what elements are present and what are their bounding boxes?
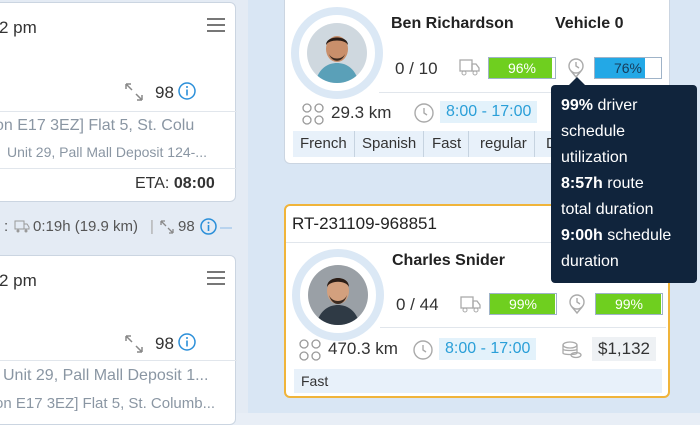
stop-time: 2 pm xyxy=(0,18,37,37)
vehicle-name: Vehicle 0 xyxy=(555,15,624,32)
expand-icon[interactable] xyxy=(125,83,143,106)
schedule-bar[interactable]: 76% xyxy=(594,57,662,79)
tooltip-text: driver xyxy=(593,97,638,114)
stop-time: 2 pm xyxy=(0,271,37,290)
truck-icon xyxy=(459,58,481,81)
schedule-label: 99% xyxy=(614,296,644,312)
route-cost: $1,132 xyxy=(592,337,656,361)
info-icon[interactable] xyxy=(178,82,196,105)
route-id: RT-231109-968851 xyxy=(292,214,437,233)
tooltip-text: schedule xyxy=(561,123,626,140)
route-distance: 470.3 km xyxy=(328,339,398,358)
tag: regular xyxy=(473,131,535,157)
route-distance: 29.3 km xyxy=(331,103,392,122)
stop-address-secondary: on E17 3EZ] Flat 5, St. Columb... xyxy=(0,395,216,412)
tag: French xyxy=(293,131,355,157)
tooltip-schedule-duration-value: 9:00h xyxy=(561,227,603,244)
info-icon[interactable] xyxy=(200,218,217,239)
stops-count: 0 / 10 xyxy=(395,59,438,78)
clock-icon xyxy=(412,339,434,366)
tooltip-text: utilization xyxy=(561,149,628,166)
tag: Fast xyxy=(294,369,336,393)
info-icon[interactable] xyxy=(178,333,196,356)
capacity-label: 99% xyxy=(508,296,538,312)
leg-count: 98 xyxy=(178,218,195,235)
stop-address: Unit 29, Pall Mall Deposit 1... xyxy=(3,367,209,384)
truck-icon xyxy=(14,219,30,237)
stop-address-secondary: Unit 29, Pall Mall Deposit 124-... xyxy=(7,144,207,160)
stop-card[interactable]: 2 pm 98 Unit 29, Pall Mall Deposit 1... … xyxy=(0,255,237,425)
working-hours: 8:00 - 17:00 xyxy=(440,101,538,123)
stop-card[interactable]: 2 pm 98 on E17 3EZ] Flat 5, St. Colu Uni… xyxy=(0,2,237,202)
avatar xyxy=(307,23,367,83)
stop-count: 98 xyxy=(155,83,174,102)
driver-name: Charles Snider xyxy=(392,252,505,269)
tooltip-text: total duration xyxy=(561,201,654,218)
tooltip-text: duration xyxy=(561,253,619,270)
leg-duration: 0:19h (19.9 km) xyxy=(33,218,139,235)
tag: Fast xyxy=(425,131,470,157)
route-distance-icon xyxy=(301,103,325,130)
utilization-tooltip: 99% driver schedule utilization 8:57h ro… xyxy=(551,77,697,283)
avatar xyxy=(308,265,368,325)
tags-row: Fast xyxy=(294,369,662,393)
stops-panel: 2 pm 98 on E17 3EZ] Flat 5, St. Colu Uni… xyxy=(0,0,260,425)
schedule-label: 76% xyxy=(613,60,643,76)
tags-row: French Spanish Fast regular D xyxy=(293,131,553,157)
stops-count: 0 / 44 xyxy=(396,295,439,314)
eta-value: 08:00 xyxy=(173,175,215,192)
coins-icon xyxy=(561,339,583,366)
menu-icon[interactable] xyxy=(207,270,225,286)
expand-icon xyxy=(160,220,174,238)
driver-name: Ben Richardson xyxy=(391,15,514,32)
eta: ETA: 08:00 xyxy=(135,175,215,193)
schedule-bar[interactable]: 99% xyxy=(595,293,663,315)
stop-count: 98 xyxy=(155,334,174,353)
tag: Spanish xyxy=(355,131,425,157)
capacity-label: 96% xyxy=(507,60,537,76)
expand-icon[interactable] xyxy=(125,335,143,358)
stop-address: on E17 3EZ] Flat 5, St. Colu xyxy=(0,117,195,134)
tooltip-route-duration-value: 8:57h xyxy=(561,175,603,192)
location-pin-icon[interactable] xyxy=(567,293,587,320)
eta-label: ETA: xyxy=(135,175,170,192)
truck-icon xyxy=(460,295,482,318)
route-distance-icon xyxy=(298,339,322,366)
working-hours: 8:00 - 17:00 xyxy=(439,338,537,360)
tooltip-text: schedule xyxy=(602,227,672,244)
tooltip-utilization-value: 99% xyxy=(561,97,594,114)
capacity-bar: 96% xyxy=(488,57,556,79)
capacity-bar: 99% xyxy=(489,293,557,315)
clock-icon xyxy=(413,102,435,129)
menu-icon[interactable] xyxy=(207,17,225,33)
tooltip-text: route xyxy=(602,175,644,192)
